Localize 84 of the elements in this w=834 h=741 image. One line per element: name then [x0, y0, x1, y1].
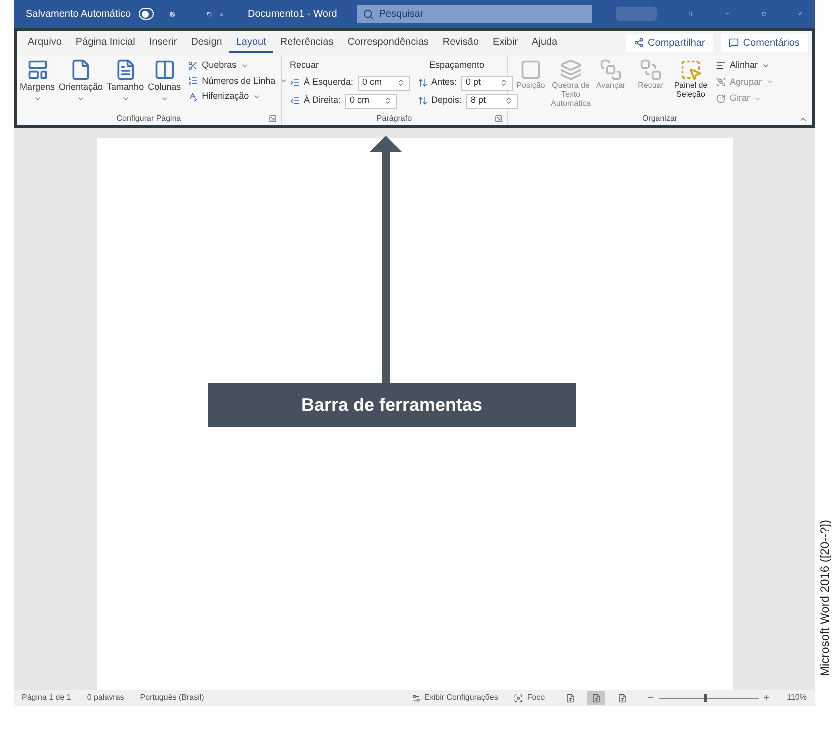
columns-icon: [154, 59, 176, 81]
spacing-icon: [418, 96, 428, 106]
rotate-icon: [716, 94, 726, 104]
share-button[interactable]: Compartilhar: [626, 34, 714, 52]
ribbon-tab[interactable]: Arquivo: [21, 33, 69, 53]
field-label: Depois:: [432, 94, 462, 108]
image-credit: Microsoft Word 2016 ([20--?]): [816, 520, 832, 676]
zoom-percent[interactable]: 110%: [787, 692, 807, 704]
maximize-icon[interactable]: [762, 9, 766, 19]
ribbon-small-button[interactable]: Alinhar: [716, 59, 774, 72]
group-label: Organizar: [642, 113, 678, 125]
ribbon-button[interactable]: Orientação: [58, 59, 104, 102]
align-icon: [716, 60, 726, 71]
spinner-icon[interactable]: [500, 79, 508, 87]
comment-icon: [729, 38, 740, 48]
document-title: Documento1 - Word: [248, 8, 338, 22]
ribbon-button[interactable]: Margens: [19, 59, 56, 102]
search-icon: [363, 8, 374, 20]
dialog-launcher-icon[interactable]: [269, 115, 277, 123]
ribbon-tab[interactable]: Inserir: [142, 33, 184, 53]
word-count[interactable]: 0 palavras: [87, 692, 124, 704]
zoom-slider[interactable]: [659, 694, 760, 702]
indent-icon: [290, 78, 300, 88]
search-field[interactable]: Pesquisar: [357, 5, 592, 23]
ribbon-tab[interactable]: Ajuda: [525, 33, 565, 53]
ribbon-tab[interactable]: Design: [184, 33, 230, 53]
zoom-in-icon[interactable]: [763, 694, 772, 702]
group-label: Configurar Página: [116, 113, 182, 125]
group-heading: Espaçamento: [428, 59, 486, 72]
bring-forward-icon: [600, 59, 622, 81]
group-icon: [716, 77, 726, 88]
page-icon: [618, 694, 627, 702]
spinner-icon[interactable]: [384, 97, 392, 105]
spin-field[interactable]: 0 pt: [461, 76, 514, 90]
scissors-icon: [188, 60, 198, 71]
numbered-list-icon: [188, 76, 198, 86]
ribbon-tab[interactable]: Correspondências: [340, 33, 436, 53]
zoom-thumb[interactable]: [704, 694, 708, 702]
field-label: À Esquerda:: [304, 76, 354, 90]
comments-button[interactable]: Comentários: [721, 34, 808, 52]
send-backward-icon: [640, 59, 662, 81]
settings-icon: [412, 694, 421, 702]
spacing-icon: [418, 78, 428, 88]
focus-button[interactable]: Foco: [514, 692, 546, 704]
hyphenation-icon: [188, 92, 198, 102]
spinner-icon[interactable]: [396, 79, 405, 87]
ribbon-button[interactable]: Painel de Seleção: [672, 59, 710, 99]
document-page[interactable]: [96, 138, 732, 690]
autosave-label: Salvamento Automático: [26, 8, 132, 22]
ribbon-small-button[interactable]: Números de Linha: [188, 74, 288, 88]
focus-icon: [514, 694, 524, 702]
ribbon-small-button[interactable]: Hifenização: [188, 90, 288, 104]
ribbon-tab[interactable]: Exibir: [486, 33, 526, 53]
ribbon-button[interactable]: Tamanho: [106, 59, 146, 102]
display-settings-button[interactable]: Exibir Configurações: [412, 692, 498, 704]
margins-icon: [26, 59, 48, 81]
ribbon-tab[interactable]: Layout: [229, 33, 274, 53]
spin-field[interactable]: 8 pt: [466, 94, 518, 108]
indent-icon: [290, 96, 300, 106]
spinner-icon[interactable]: [505, 97, 514, 105]
group-label: Parágrafo: [376, 113, 412, 125]
autosave-toggle[interactable]: [139, 8, 154, 20]
ribbon-tab[interactable]: Página Inicial: [68, 33, 142, 53]
annotation-label: Barra de ferramentas: [208, 383, 576, 427]
layers-icon: [560, 59, 582, 81]
page-icon: [592, 694, 601, 702]
page-count[interactable]: Página 1 de 1: [22, 692, 72, 704]
selection-pane-icon: [680, 59, 702, 81]
share-icon: [634, 38, 644, 48]
group-heading: Recuar: [290, 59, 320, 72]
field-label: Antes:: [432, 76, 458, 90]
position-icon: [520, 59, 542, 81]
language-status[interactable]: Português (Brasil): [140, 692, 204, 704]
view-button[interactable]: [587, 691, 606, 705]
ribbon-tab[interactable]: Referências: [273, 33, 341, 53]
ribbon-small-button[interactable]: Quebras: [188, 59, 288, 72]
field-label: À Direita:: [304, 94, 342, 108]
spin-field[interactable]: 0 cm: [345, 94, 398, 108]
dialog-launcher-icon[interactable]: [495, 115, 503, 123]
page-icon: [566, 694, 575, 702]
page-icon: [70, 59, 92, 81]
ribbon-tab[interactable]: Revisão: [436, 33, 486, 53]
spin-field[interactable]: 0 cm: [358, 76, 410, 90]
ribbon-button[interactable]: Colunas: [147, 59, 182, 102]
